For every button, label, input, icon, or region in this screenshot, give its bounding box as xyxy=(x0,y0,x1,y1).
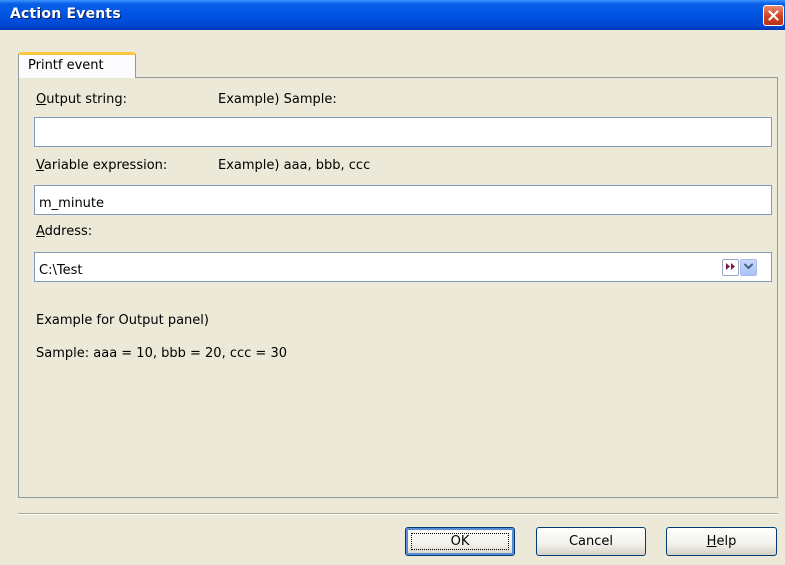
close-icon xyxy=(768,10,779,21)
variable-expression-label: Variable expression: xyxy=(36,158,168,173)
help-button-label: Help xyxy=(706,534,737,549)
button-separator xyxy=(18,513,778,515)
title-bar[interactable]: Action Events xyxy=(0,0,785,30)
help-button[interactable]: Help xyxy=(666,527,777,556)
address-options-button[interactable] xyxy=(722,259,739,276)
variable-expression-example: Example) aaa, bbb, ccc xyxy=(218,158,371,173)
cancel-button-label: Cancel xyxy=(568,534,614,549)
chevron-down-icon xyxy=(743,260,754,275)
address-label: Address: xyxy=(36,224,93,239)
example-heading: Example for Output panel) xyxy=(36,313,209,328)
address-dropdown-button[interactable] xyxy=(740,259,757,276)
example-sample-text: Sample: aaa = 10, bbb = 20, ccc = 30 xyxy=(36,346,287,361)
action-events-dialog: Action Events Printf event Output string… xyxy=(0,0,785,565)
ok-button-label: OK xyxy=(450,534,470,549)
tab-printf-event[interactable]: Printf event xyxy=(18,52,136,78)
ok-button[interactable]: OK xyxy=(405,527,515,556)
close-button[interactable] xyxy=(763,5,784,26)
variable-expression-input[interactable] xyxy=(34,185,772,215)
output-string-input[interactable] xyxy=(34,117,772,147)
window-title: Action Events xyxy=(10,6,121,22)
output-string-example: Example) Sample: xyxy=(218,92,337,107)
address-input[interactable] xyxy=(34,252,772,282)
cancel-button[interactable]: Cancel xyxy=(536,527,646,556)
output-string-label: Output string: xyxy=(36,92,127,107)
fast-forward-icon xyxy=(725,260,736,275)
